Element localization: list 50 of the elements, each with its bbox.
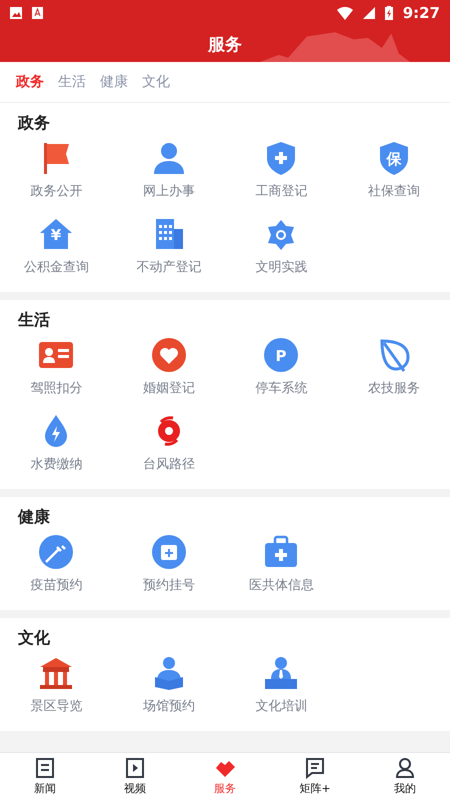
temple-icon (38, 655, 74, 691)
category-tab[interactable]: 政务 (16, 73, 44, 91)
service-label[interactable]: 农技服务 (368, 379, 420, 397)
user-icon (394, 757, 416, 779)
document-icon (34, 757, 56, 779)
service-label[interactable]: 婚姻登记 (142, 379, 195, 397)
service-label[interactable]: 台风路径 (142, 455, 195, 473)
service-label[interactable]: 驾照扣分 (30, 379, 82, 397)
wifi-icon (336, 6, 353, 20)
service-label[interactable]: 停车系统 (255, 379, 308, 397)
service-label[interactable]: 医共体信息 (248, 576, 314, 594)
syringe-icon (38, 534, 74, 570)
calendar-icon (150, 534, 187, 570)
clock-time: 9:27 (402, 4, 440, 22)
medical-kit-icon (263, 534, 300, 570)
nav-tab[interactable]: 视频 (90, 753, 180, 800)
service-label[interactable]: 不动产登记 (136, 258, 202, 276)
service-label[interactable]: 水费缴纳 (30, 455, 82, 473)
service-label[interactable]: 政务公开 (30, 182, 82, 200)
category-tab[interactable]: 文化 (142, 73, 170, 91)
service-label[interactable]: 疫苗预约 (30, 576, 82, 594)
section-title: 生活 (16, 310, 51, 331)
section-title: 政务 (16, 113, 51, 134)
section-title: 健康 (16, 507, 51, 528)
section-title: 文化 (17, 628, 51, 649)
service-label[interactable]: 文明实践 (255, 258, 308, 276)
nav-tab[interactable]: 矩阵+ (270, 753, 360, 800)
chat-icon (304, 757, 326, 779)
image-icon (10, 7, 22, 19)
service-label[interactable]: 网上办事 (142, 182, 195, 200)
nav-tab[interactable]: 新闻 (0, 753, 90, 800)
parking-icon: P (263, 337, 300, 373)
page-title: 服务 (208, 34, 242, 56)
service-label[interactable]: 工商登记 (255, 182, 308, 200)
service-label[interactable]: 预约挂号 (142, 576, 195, 594)
service-label[interactable]: 公积金查询 (24, 258, 89, 276)
service-label[interactable]: 景区导览 (30, 697, 82, 715)
battery-icon (384, 6, 393, 20)
text-icon (32, 7, 43, 19)
service-label[interactable]: 场馆预约 (142, 697, 195, 715)
service-label[interactable]: 文化培训 (255, 697, 308, 715)
service-label[interactable]: 社保查询 (368, 182, 420, 200)
play-icon (124, 757, 146, 779)
nav-tab[interactable]: 服务 (180, 753, 270, 800)
teacher-icon (263, 655, 300, 691)
nav-tab[interactable]: 我的 (360, 753, 450, 800)
category-tab[interactable]: 健康 (100, 73, 128, 91)
category-tab[interactable]: 生活 (58, 73, 86, 91)
signal-icon (362, 7, 375, 19)
house-icon: ¥ (38, 216, 74, 252)
